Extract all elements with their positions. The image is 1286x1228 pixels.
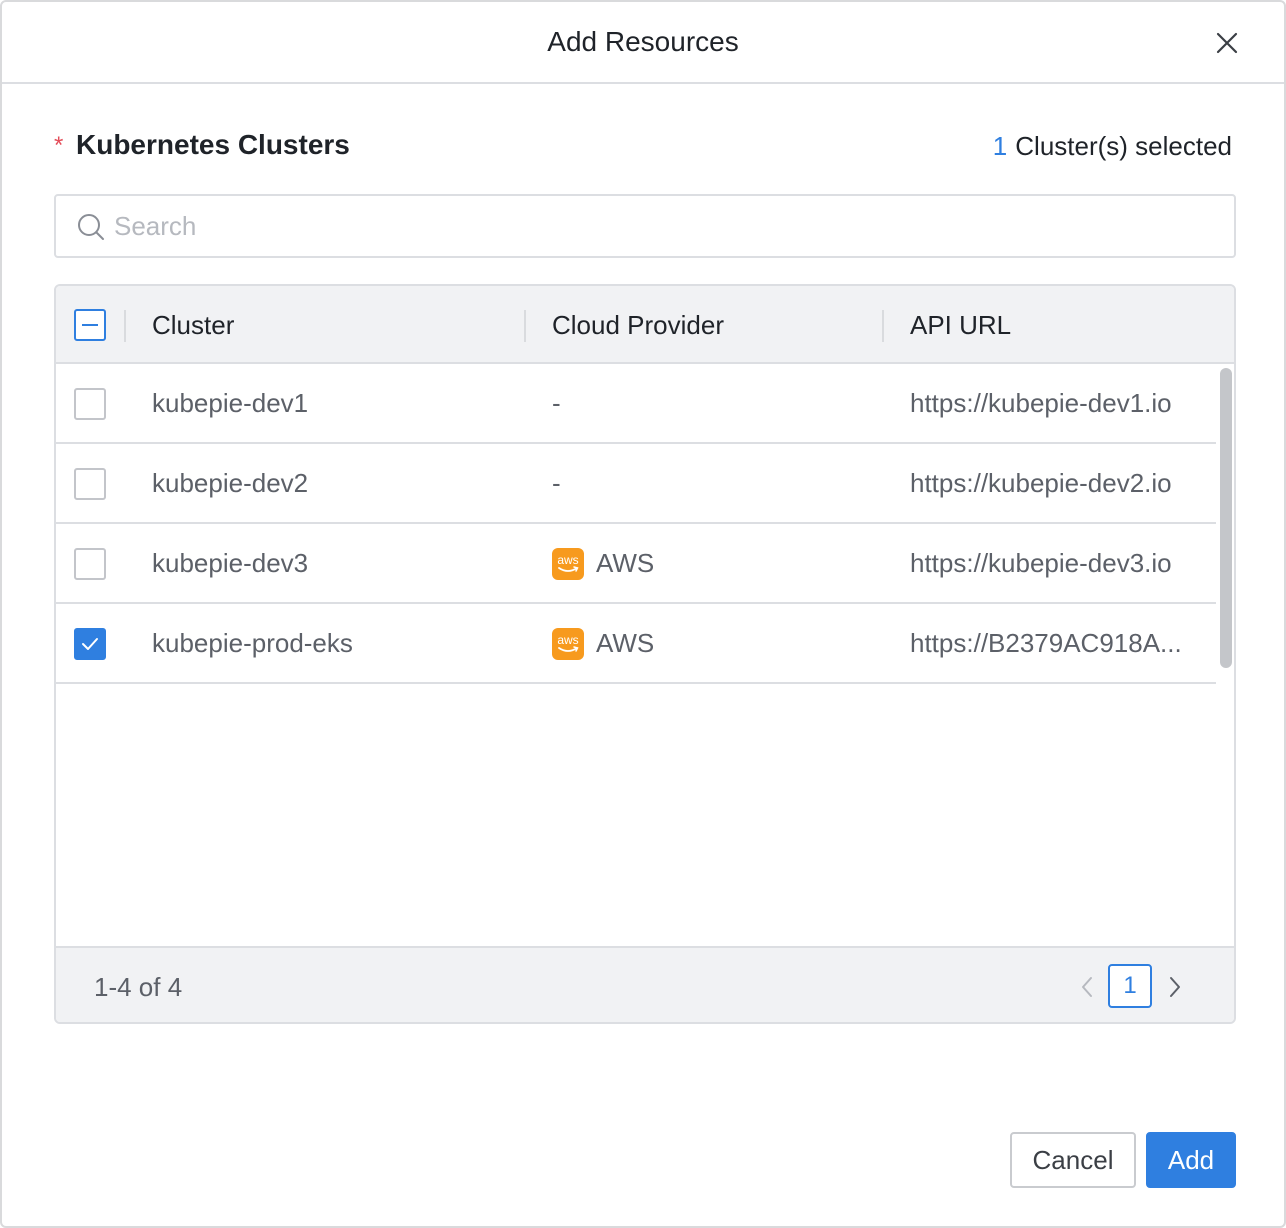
column-header-cluster[interactable]: Cluster [152,310,234,341]
cloud-provider: AWS [596,548,655,578]
aws-logo-icon: aws [552,628,584,660]
search-input[interactable] [114,204,1204,248]
add-button[interactable]: Add [1146,1132,1236,1188]
cluster-name: kubepie-dev2 [152,468,309,498]
chevron-left-icon[interactable] [1076,974,1098,1000]
table-row[interactable]: kubepie-prod-eks aws AWS https://B2379AC… [56,604,1216,684]
row-checkbox[interactable] [74,388,106,420]
cluster-name: kubepie-dev1 [152,388,309,418]
column-divider [124,310,126,342]
section-header: * Kubernetes Clusters 1 Cluster(s) select… [54,128,1232,168]
table-row[interactable]: kubepie-dev2 - https://kubepie-dev2.io [56,444,1216,524]
cloud-provider: - [552,468,561,498]
selected-suffix: Cluster(s) selected [1015,131,1232,161]
dialog-title: Add Resources [547,26,739,57]
selected-count: 1 [992,131,1008,161]
search-icon [76,212,106,242]
pagination-range: 1-4 of 4 [94,972,183,1002]
aws-logo-icon: aws [552,548,584,580]
table-scrollbar[interactable] [1220,368,1232,668]
dialog-header: Add Resources [2,2,1284,84]
column-divider [524,310,526,342]
api-url: https://kubepie-dev3.io [910,548,1172,578]
cluster-name: kubepie-prod-eks [152,628,353,658]
scrollbar-thumb[interactable] [1220,368,1232,668]
add-resources-dialog: Add Resources * Kubernetes Clusters 1 Clu… [0,0,1286,1228]
aws-logo-text: aws [557,553,578,567]
select-all-checkbox[interactable] [74,309,106,341]
page-button-current[interactable]: 1 [1108,964,1152,1008]
cancel-button[interactable]: Cancel [1010,1132,1136,1188]
row-checkbox[interactable] [74,468,106,500]
required-mark: * [54,132,64,159]
table-row[interactable]: kubepie-dev3 aws AWS https://kubepie-dev… [56,524,1216,604]
column-header-cloud-provider[interactable]: Cloud Provider [552,310,724,341]
table-row[interactable]: kubepie-dev1 - https://kubepie-dev1.io [56,364,1216,444]
row-checkbox[interactable] [74,548,106,580]
table-header: Cluster Cloud Provider API URL [56,286,1234,364]
api-url: https://B2379AC918A... [910,628,1182,658]
column-divider [882,310,884,342]
table-footer: 1-4 of 4 1 [56,946,1234,1022]
chevron-right-icon[interactable] [1164,974,1186,1000]
row-checkbox[interactable] [74,628,106,660]
clusters-table: Cluster Cloud Provider API URL kubepie-d… [54,284,1236,1024]
search-box[interactable] [54,194,1236,258]
api-url: https://kubepie-dev1.io [910,388,1172,418]
api-url: https://kubepie-dev2.io [910,468,1172,498]
column-header-api-url[interactable]: API URL [910,310,1011,341]
close-icon[interactable] [1214,30,1240,56]
cloud-provider: - [552,388,561,418]
aws-logo-text: aws [557,633,578,647]
cluster-name: kubepie-dev3 [152,548,309,578]
cloud-provider: AWS [596,628,655,658]
section-title: Kubernetes Clusters [76,129,350,160]
selected-summary: 1 Cluster(s) selected [993,131,1232,162]
